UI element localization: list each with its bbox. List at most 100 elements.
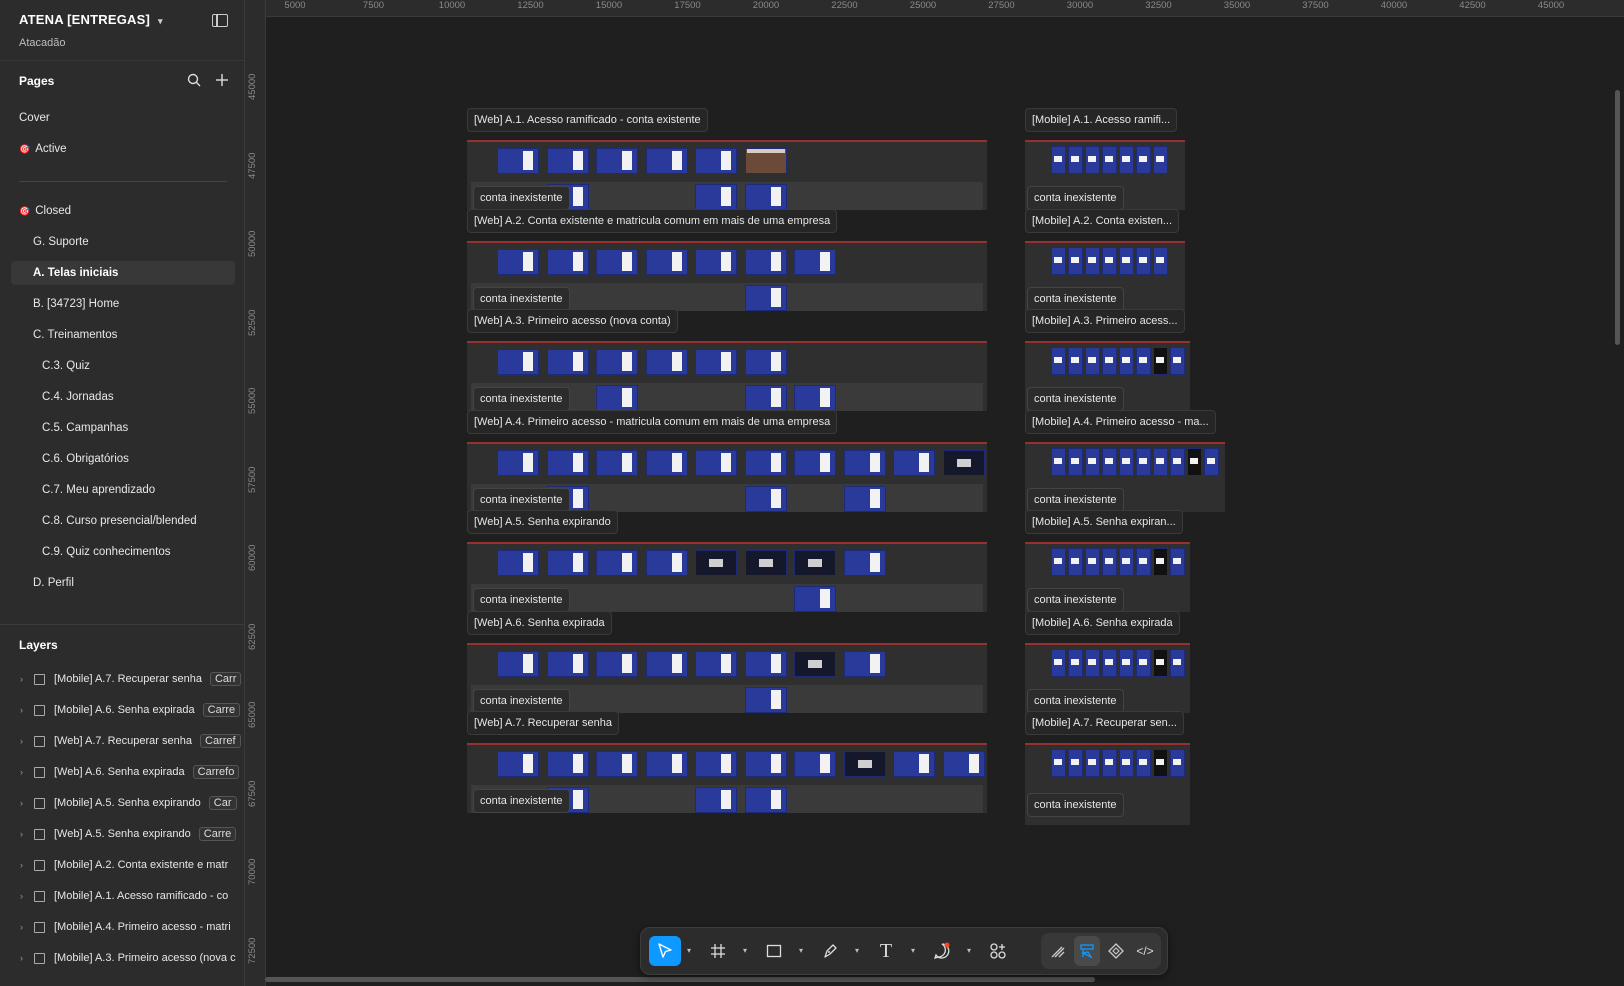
screen-thumbnail[interactable] <box>744 550 787 576</box>
layer-row[interactable]: › [Mobile] A.7. Recuperar senha Carr <box>0 667 244 691</box>
page-item[interactable]: C.5. Campanhas <box>11 416 235 440</box>
web-frame[interactable]: conta inexistente <box>467 441 987 512</box>
screen-thumbnail[interactable] <box>695 550 737 576</box>
mobile-screen-thumbnail[interactable] <box>1153 648 1168 677</box>
mobile-screen-thumbnail[interactable] <box>1204 447 1219 476</box>
mobile-screen-thumbnail[interactable] <box>1068 146 1083 174</box>
screen-thumbnail[interactable] <box>695 148 737 174</box>
chevron-down-icon[interactable]: ▾ <box>855 946 859 955</box>
screen-thumbnail[interactable] <box>596 751 638 777</box>
mobile-screen-thumbnail[interactable] <box>1153 146 1168 174</box>
screen-thumbnail[interactable] <box>596 148 638 174</box>
web-frame[interactable]: conta inexistente <box>467 743 987 813</box>
frame-title[interactable]: [Web] A.7. Recuperar senha <box>467 711 619 735</box>
mobile-screen-thumbnail[interactable] <box>1068 246 1083 275</box>
layer-row[interactable]: › [Mobile] A.4. Primeiro acesso - matri <box>0 915 244 939</box>
mobile-screen-thumbnail[interactable] <box>1068 447 1083 476</box>
mobile-screen-thumbnail[interactable] <box>1102 447 1117 476</box>
screen-thumbnail[interactable] <box>893 449 935 476</box>
mobile-screen-thumbnail[interactable] <box>1153 447 1168 476</box>
page-item[interactable]: Cover <box>11 106 235 130</box>
mobile-screen-thumbnail[interactable] <box>1102 246 1117 275</box>
screen-thumbnail[interactable] <box>794 449 836 476</box>
screen-thumbnail[interactable] <box>744 485 787 512</box>
mobile-screen-thumbnail[interactable] <box>1136 246 1151 275</box>
chevron-right-icon[interactable]: › <box>20 922 23 932</box>
screen-thumbnail[interactable] <box>546 349 589 375</box>
draw-mode-button[interactable] <box>1045 936 1071 966</box>
page-item[interactable]: G. Suporte <box>11 230 235 254</box>
screen-thumbnail[interactable] <box>744 787 787 813</box>
screen-thumbnail[interactable] <box>497 449 539 476</box>
mobile-screen-thumbnail[interactable] <box>1119 548 1134 576</box>
web-frame[interactable]: conta inexistente <box>467 642 987 713</box>
mobile-screen-thumbnail[interactable] <box>1068 749 1083 777</box>
screen-thumbnail[interactable] <box>645 248 688 275</box>
search-pages-icon[interactable] <box>186 72 202 88</box>
dev-mode-button[interactable] <box>1103 936 1129 966</box>
screen-thumbnail[interactable] <box>695 787 737 813</box>
mobile-screen-thumbnail[interactable] <box>1085 146 1100 174</box>
section-badge[interactable]: conta inexistente <box>473 487 570 512</box>
comment-tool-button[interactable] <box>927 936 957 966</box>
mobile-screen-thumbnail[interactable] <box>1068 648 1083 677</box>
mobile-screen-thumbnail[interactable] <box>1102 146 1117 174</box>
screen-thumbnail[interactable] <box>695 248 737 275</box>
screen-thumbnail[interactable] <box>942 751 985 777</box>
mobile-screen-thumbnail[interactable] <box>1085 347 1100 375</box>
page-item[interactable]: C.7. Meu aprendizado <box>11 478 235 502</box>
screen-thumbnail[interactable] <box>645 148 688 174</box>
screen-thumbnail[interactable] <box>497 349 539 375</box>
chevron-right-icon[interactable]: › <box>20 860 23 870</box>
screen-thumbnail[interactable] <box>695 751 737 777</box>
screen-thumbnail[interactable] <box>744 349 787 375</box>
section-badge[interactable]: conta inexistente <box>1027 186 1124 210</box>
frame-title[interactable]: [Mobile] A.5. Senha expiran... <box>1025 510 1183 534</box>
mobile-screen-thumbnail[interactable] <box>1136 447 1151 476</box>
pen-tool-button[interactable] <box>815 936 845 966</box>
mobile-screen-thumbnail[interactable] <box>1051 146 1066 174</box>
screen-thumbnail[interactable] <box>546 148 589 174</box>
screen-thumbnail[interactable] <box>596 349 638 375</box>
chevron-down-icon[interactable]: ▾ <box>799 946 803 955</box>
mobile-screen-thumbnail[interactable] <box>1102 548 1117 576</box>
mobile-screen-thumbnail[interactable] <box>1153 246 1168 275</box>
screen-thumbnail[interactable] <box>744 751 787 777</box>
page-item[interactable]: C.9. Quiz conhecimentos <box>11 540 235 564</box>
page-item[interactable]: C.4. Jornadas <box>11 385 235 409</box>
web-frame[interactable]: conta inexistente <box>467 542 987 612</box>
mobile-screen-thumbnail[interactable] <box>1170 347 1185 375</box>
mobile-screen-thumbnail[interactable] <box>1187 447 1202 476</box>
screen-thumbnail[interactable] <box>695 650 737 677</box>
mobile-frame[interactable]: conta inexistente <box>1025 341 1190 411</box>
screen-thumbnail[interactable] <box>596 650 638 677</box>
screen-thumbnail[interactable] <box>596 248 638 275</box>
chevron-down-icon[interactable]: ▾ <box>743 946 747 955</box>
page-item[interactable]: C. Treinamentos <box>11 323 235 347</box>
page-item[interactable]: A. Telas iniciais <box>11 261 235 285</box>
mobile-screen-thumbnail[interactable] <box>1102 749 1117 777</box>
mobile-frame[interactable]: conta inexistente <box>1025 441 1225 512</box>
mobile-screen-thumbnail[interactable] <box>1119 749 1134 777</box>
chevron-down-icon[interactable]: ▾ <box>911 946 915 955</box>
mobile-screen-thumbnail[interactable] <box>1068 347 1083 375</box>
screen-thumbnail[interactable] <box>645 751 688 777</box>
mobile-screen-thumbnail[interactable] <box>1102 648 1117 677</box>
mobile-screen-thumbnail[interactable] <box>1136 146 1151 174</box>
screen-thumbnail[interactable] <box>744 284 787 311</box>
screen-thumbnail[interactable] <box>744 650 787 677</box>
mobile-screen-thumbnail[interactable] <box>1085 246 1100 275</box>
frame-title[interactable]: [Mobile] A.6. Senha expirada <box>1025 610 1180 635</box>
mobile-screen-thumbnail[interactable] <box>1136 347 1151 375</box>
chevron-right-icon[interactable]: › <box>20 674 23 684</box>
page-item[interactable]: B. [34723] Home <box>11 292 235 316</box>
mobile-screen-thumbnail[interactable] <box>1085 749 1100 777</box>
screen-thumbnail[interactable] <box>744 148 787 174</box>
mobile-screen-thumbnail[interactable] <box>1136 548 1151 576</box>
screen-thumbnail[interactable] <box>794 586 836 612</box>
chevron-down-icon[interactable]: ▾ <box>967 946 971 955</box>
mobile-screen-thumbnail[interactable] <box>1119 447 1134 476</box>
frame-title[interactable]: [Mobile] A.1. Acesso ramifi... <box>1025 108 1178 132</box>
chevron-right-icon[interactable]: › <box>20 891 23 901</box>
chevron-right-icon[interactable]: › <box>20 829 23 839</box>
